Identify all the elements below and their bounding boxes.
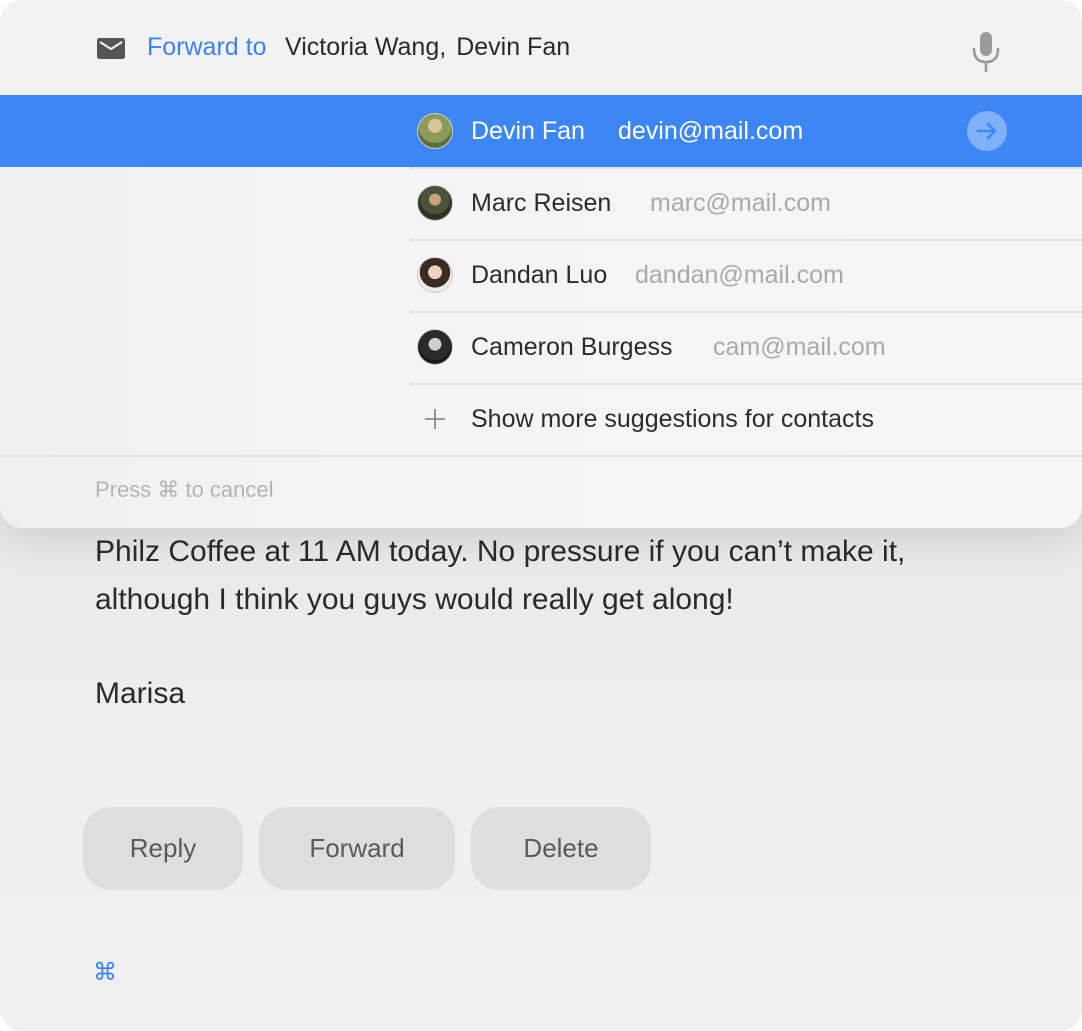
email-body-line: Philz Coffee at 11 AM today. No pressure…: [95, 535, 906, 568]
email-body: Philz Coffee at 11 AM today. No pressure…: [95, 528, 995, 624]
contact-suggestion[interactable]: Cameron Burgess cam@mail.com: [410, 311, 1082, 383]
reply-button[interactable]: Reply: [83, 807, 243, 890]
microphone-icon[interactable]: [970, 30, 1002, 72]
contact-name: Dandan Luo: [471, 260, 608, 289]
delete-button[interactable]: Delete: [471, 807, 651, 890]
forward-header: Forward to Victoria Wang, Devin Fan: [0, 0, 1082, 95]
contact-suggestion[interactable]: Devin Fan devin@mail.com: [410, 95, 1082, 167]
contact-suggestion[interactable]: Dandan Luo dandan@mail.com: [410, 239, 1082, 311]
email-body-line: although I think you guys would really g…: [95, 583, 734, 616]
contact-email: dandan@mail.com: [635, 260, 844, 289]
show-more-label: Show more suggestions for contacts: [471, 404, 874, 433]
avatar: [417, 113, 453, 149]
avatar: [417, 185, 453, 221]
show-more-suggestions[interactable]: Show more suggestions for contacts: [410, 383, 1082, 455]
plus-icon: [425, 409, 445, 429]
contact-name: Cameron Burgess: [471, 332, 673, 361]
mail-window: Philz Coffee at 11 AM today. No pressure…: [0, 0, 1082, 1031]
recipient-list[interactable]: Victoria Wang, Devin Fan: [285, 33, 570, 62]
divider: [0, 455, 1082, 457]
avatar: [417, 257, 453, 293]
mail-icon: [97, 38, 125, 59]
arrow-right-icon: [976, 122, 997, 140]
email-signature: Marisa: [95, 677, 186, 710]
command-icon[interactable]: ⌘: [93, 958, 117, 987]
select-arrow-button[interactable]: [967, 111, 1007, 151]
contact-name: Marc Reisen: [471, 188, 612, 217]
contact-suggestion[interactable]: Marc Reisen marc@mail.com: [410, 167, 1082, 239]
recipient-chip[interactable]: Victoria Wang,: [285, 33, 446, 61]
contact-email: cam@mail.com: [713, 332, 886, 361]
contact-email: devin@mail.com: [618, 116, 804, 145]
recipient-chip[interactable]: Devin Fan: [456, 33, 570, 61]
forward-panel: Forward to Victoria Wang, Devin Fan Devin…: [0, 0, 1082, 528]
cancel-hint: Press ⌘ to cancel: [95, 477, 274, 502]
avatar: [417, 329, 453, 365]
forward-button[interactable]: Forward: [259, 807, 455, 890]
contact-name: Devin Fan: [471, 116, 585, 145]
forward-to-label: Forward to: [147, 33, 267, 61]
contact-email: marc@mail.com: [650, 188, 831, 217]
